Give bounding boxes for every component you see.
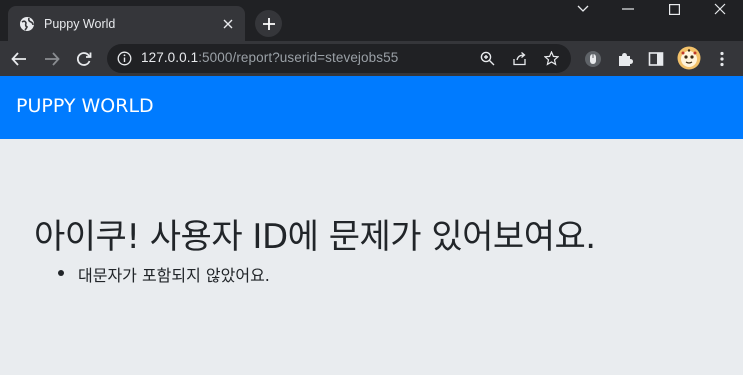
url-host: 127.0.0.1	[141, 50, 199, 65]
main-content: 아이쿠! 사용자 ID에 문제가 있어보여요. 대문자가 포함되지 않았어요.	[0, 139, 743, 375]
site-brand[interactable]: PUPPY WORLD	[16, 95, 154, 117]
site-info-icon[interactable]	[117, 51, 132, 66]
tab-strip: Puppy World	[0, 0, 743, 41]
plus-icon	[262, 17, 275, 30]
maximize-icon[interactable]	[651, 0, 697, 18]
back-arrow-icon[interactable]	[9, 49, 29, 69]
list-item: 대문자가 포함되지 않았어요.	[58, 262, 270, 286]
tab-close-icon[interactable]	[220, 16, 236, 32]
forward-arrow-icon[interactable]	[42, 49, 62, 69]
menu-kebab-icon[interactable]	[712, 49, 732, 69]
extensions-puzzle-icon[interactable]	[615, 49, 635, 69]
url-path: :5000/report?userid=stevejobs55	[198, 50, 399, 65]
minimize-icon[interactable]	[605, 0, 651, 18]
zoom-icon[interactable]	[479, 50, 496, 67]
site-navbar: PUPPY WORLD	[0, 76, 743, 139]
side-panel-icon[interactable]	[646, 49, 666, 69]
close-window-icon[interactable]	[697, 0, 743, 18]
address-bar[interactable]: 127.0.0.1:5000/report?userid=stevejobs55	[107, 44, 571, 73]
reload-icon[interactable]	[74, 49, 94, 69]
bookmark-star-icon[interactable]	[543, 50, 560, 67]
extension-mouse-icon[interactable]	[583, 49, 603, 69]
error-heading: 아이쿠! 사용자 ID에 문제가 있어보여요.	[34, 217, 596, 257]
browser-toolbar: 127.0.0.1:5000/report?userid=stevejobs55	[0, 41, 743, 76]
share-icon[interactable]	[511, 50, 528, 67]
browser-tab[interactable]: Puppy World	[8, 6, 245, 41]
globe-icon	[19, 16, 35, 32]
url-text: 127.0.0.1:5000/report?userid=stevejobs55	[141, 50, 398, 65]
error-list: 대문자가 포함되지 않았어요.	[58, 262, 270, 286]
tab-title: Puppy World	[44, 16, 116, 31]
profile-avatar-icon[interactable]	[677, 46, 701, 70]
tab-search-chevron-icon[interactable]	[560, 0, 606, 18]
bullet	[58, 270, 64, 276]
error-message: 대문자가 포함되지 않았어요.	[78, 266, 270, 285]
new-tab-button[interactable]	[255, 10, 282, 37]
